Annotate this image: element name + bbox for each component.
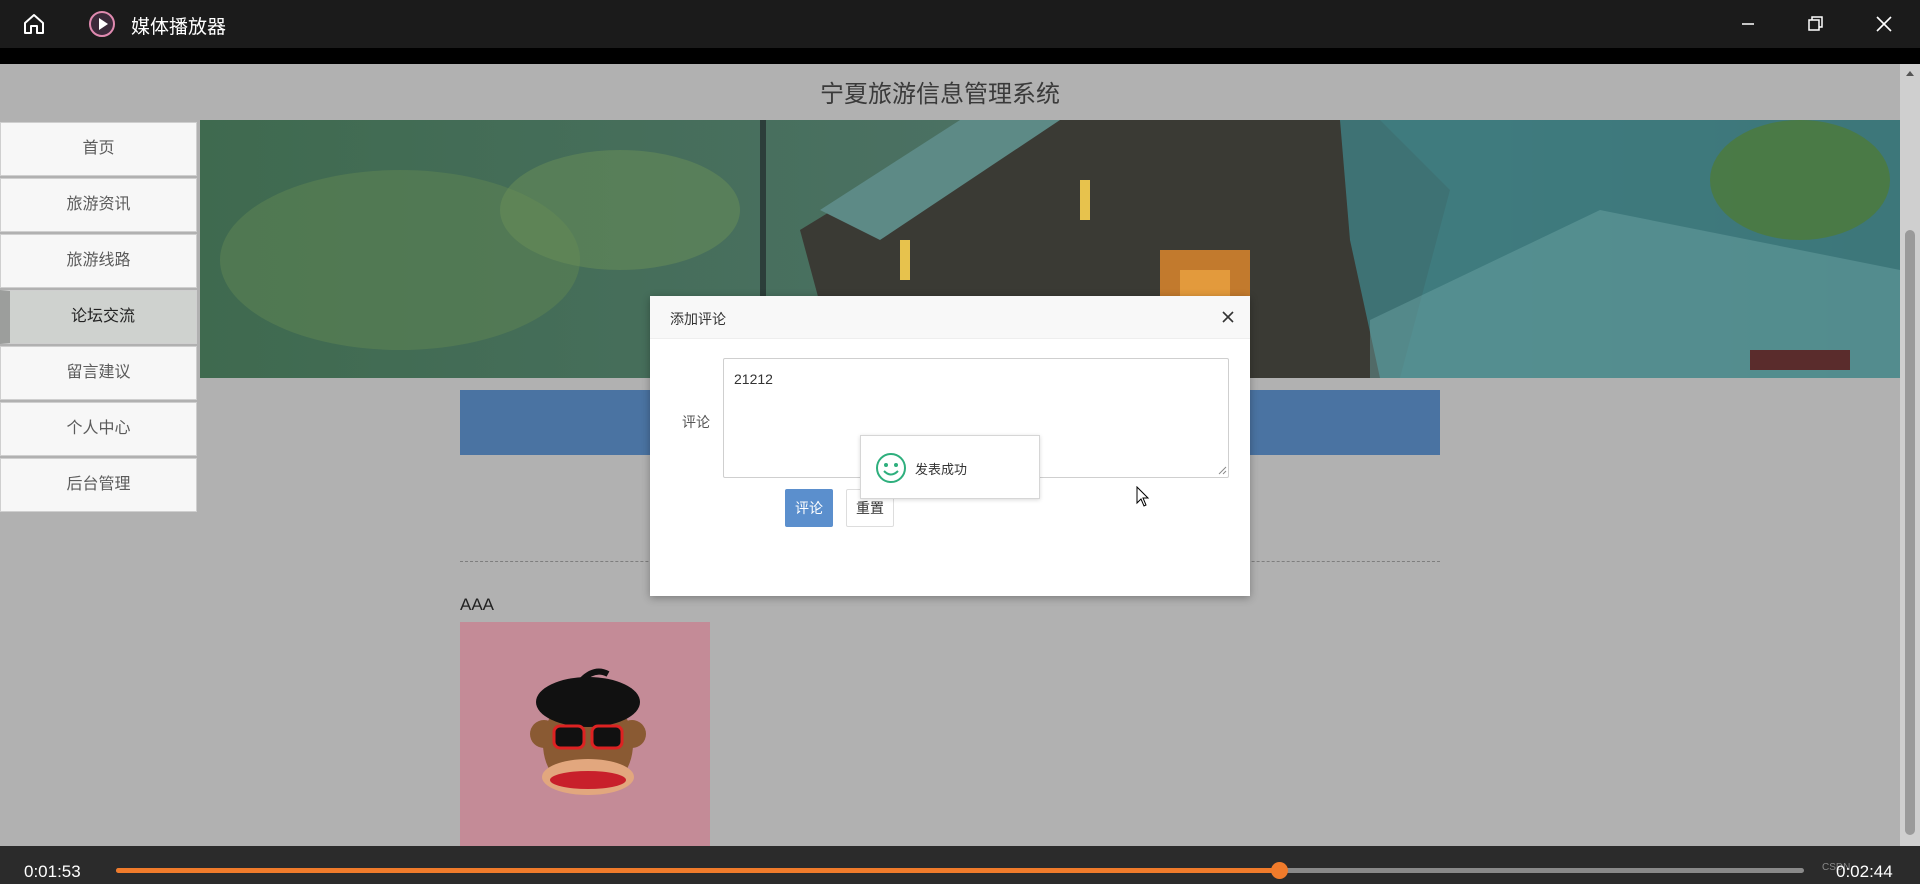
sidebar-item-personal-center[interactable]: 个人中心 <box>0 402 197 456</box>
total-time: 0:02:44 <box>1836 862 1893 881</box>
site-title: 宁夏旅游信息管理系统 <box>820 81 1060 108</box>
submit-comment-button[interactable]: 评论 <box>785 489 833 527</box>
sidebar-item-travel-news[interactable]: 旅游资讯 <box>0 178 197 232</box>
close-icon[interactable] <box>1220 309 1236 325</box>
smile-icon <box>876 453 906 483</box>
success-toast: 发表成功 <box>860 435 1040 499</box>
mouse-cursor-icon <box>1136 486 1150 507</box>
post-author: AAA <box>460 595 495 614</box>
player-title-bar: 媒体播放器 <box>0 0 1920 48</box>
sidebar-item-forum[interactable]: 论坛交流 <box>0 290 197 344</box>
sidebar-item-messages[interactable]: 留言建议 <box>0 346 197 400</box>
app-title: 媒体播放器 <box>131 17 227 38</box>
resize-grip-icon[interactable] <box>1218 466 1227 475</box>
avatar <box>460 622 710 846</box>
seek-bar[interactable] <box>116 862 1804 879</box>
seek-bar-progress <box>116 868 1280 873</box>
sidebar-item-home[interactable]: 首页 <box>0 122 197 176</box>
toast-message: 发表成功 <box>915 462 968 477</box>
scrollbar-thumb[interactable] <box>1905 230 1915 835</box>
minimize-icon[interactable] <box>1736 12 1760 36</box>
player-controls: 0:01:53 CSDN 0:02:44 <box>0 846 1920 884</box>
scroll-up-icon[interactable] <box>1904 68 1916 80</box>
seek-bar-handle[interactable] <box>1271 862 1289 879</box>
sidebar-item-travel-routes[interactable]: 旅游线路 <box>0 234 197 288</box>
restore-icon[interactable] <box>1803 12 1827 36</box>
dialog-header: 添加评论 <box>650 296 1250 339</box>
dialog-title: 添加评论 <box>670 311 726 327</box>
comment-label: 评论 <box>682 414 710 430</box>
media-player-icon <box>89 11 115 37</box>
close-window-icon[interactable] <box>1872 12 1896 36</box>
home-icon[interactable] <box>20 10 48 38</box>
sidebar-item-admin[interactable]: 后台管理 <box>0 458 197 512</box>
sidebar-nav: 首页 旅游资讯 旅游线路 论坛交流 留言建议 个人中心 后台管理 <box>0 122 197 514</box>
current-time: 0:01:53 <box>24 862 81 881</box>
video-letterbox <box>0 48 1920 64</box>
